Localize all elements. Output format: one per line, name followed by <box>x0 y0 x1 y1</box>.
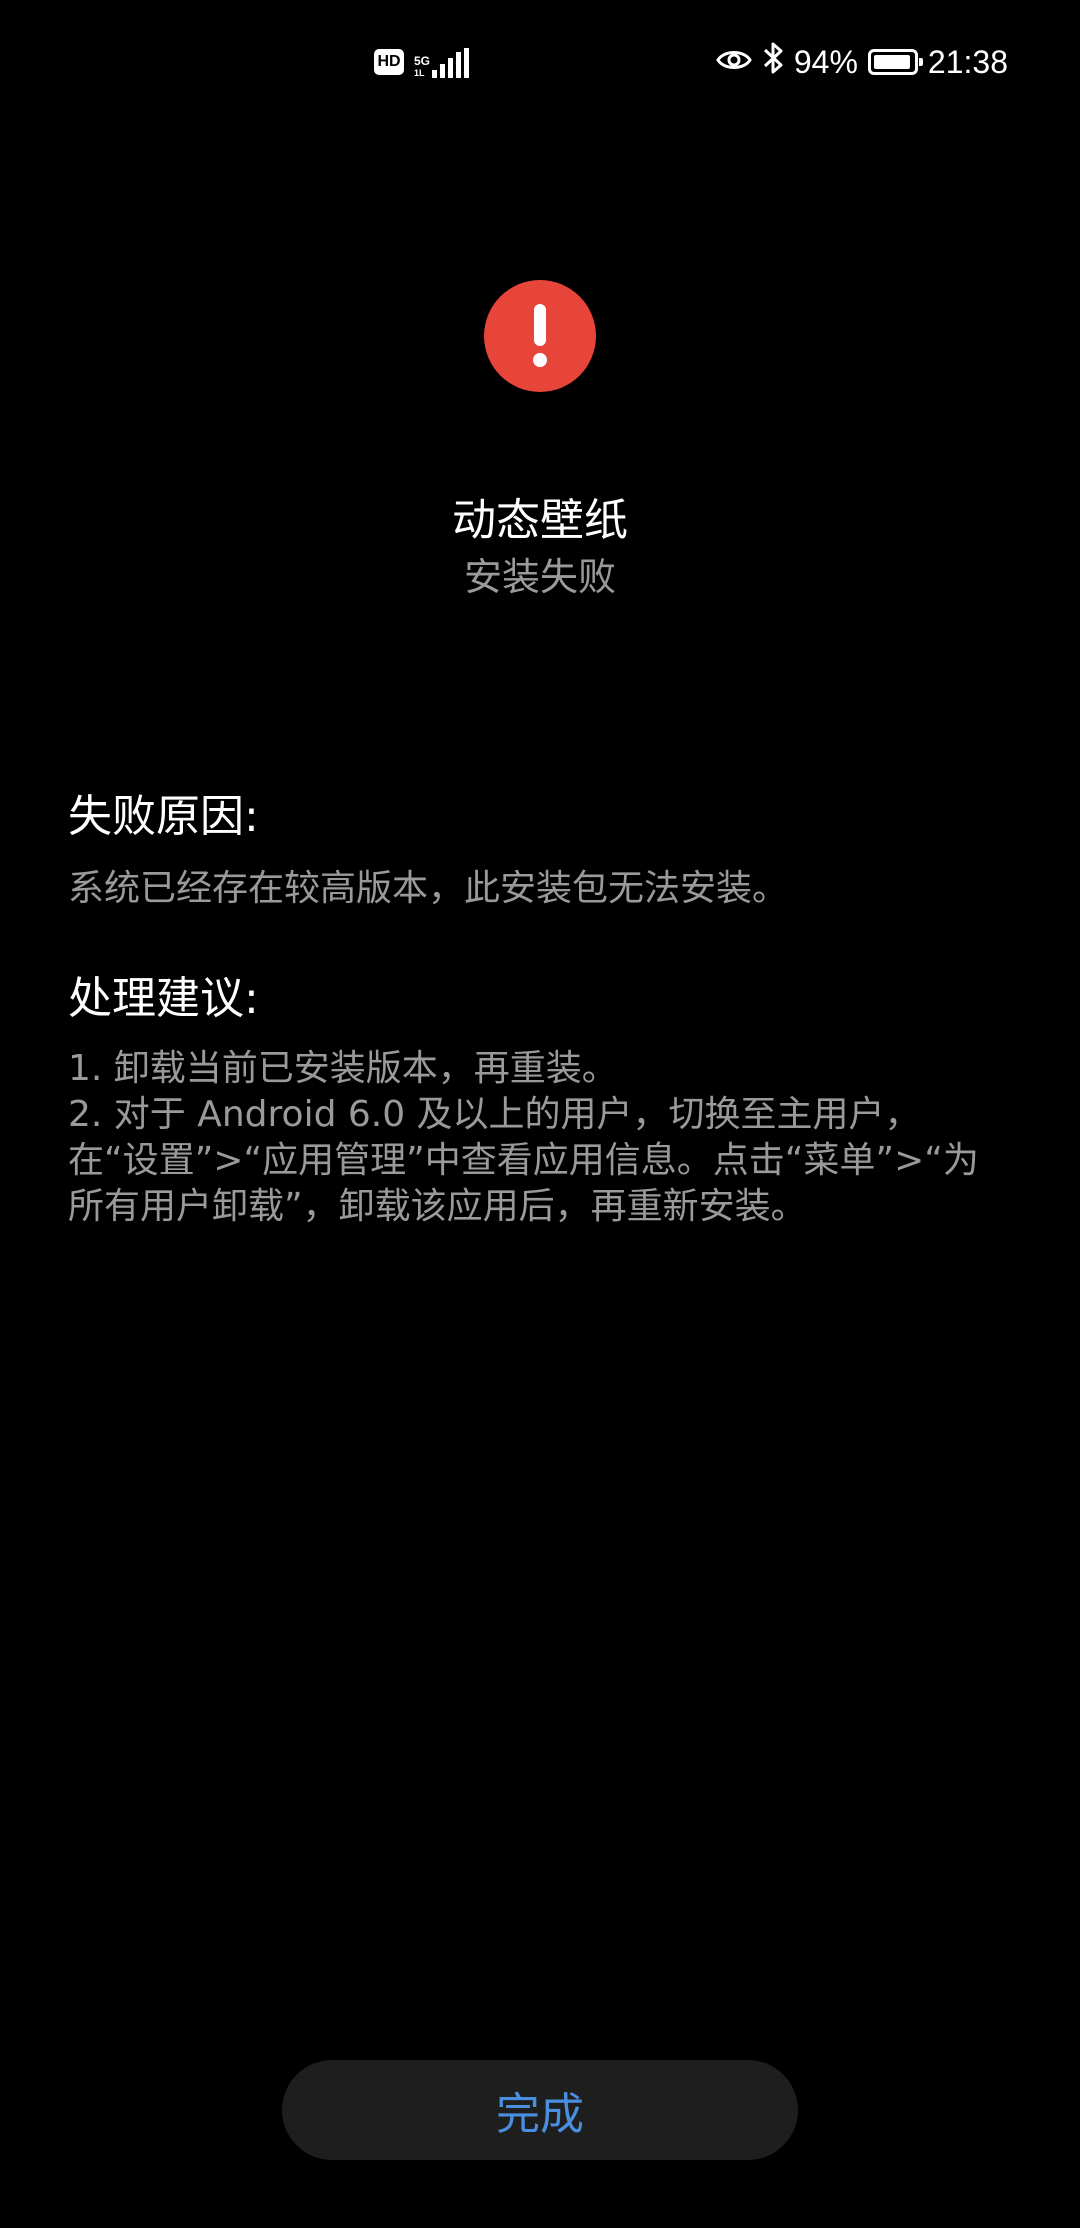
suggestions-title: 处理建议: <box>68 973 259 1024</box>
suggestion-item: 1. 卸载当前已安装版本，再重装。 <box>68 1048 618 1089</box>
hd-icon: HD <box>374 49 404 75</box>
signal-bars <box>432 48 470 78</box>
app-name: 动态壁纸 <box>452 495 628 546</box>
bluetooth-icon <box>762 41 784 83</box>
suggestion-item: 2. 对于 Android 6.0 及以上的用户，切换至主用户，在“设置”>“应… <box>68 1094 979 1227</box>
suggestions-list: 1. 卸载当前已安装版本，再重装。 2. 对于 Android 6.0 及以上的… <box>68 1046 1008 1230</box>
battery-icon <box>867 49 923 75</box>
install-status: 安装失败 <box>463 555 616 599</box>
signal-icon: 5G 1L <box>414 46 470 78</box>
failure-reason-text: 系统已经存在较高版本，此安装包无法安装。 <box>68 868 789 909</box>
battery-fill <box>873 55 910 69</box>
done-button[interactable]: 完成 <box>282 2060 798 2160</box>
network-sub-label: 1L <box>414 68 425 78</box>
network-type-label: 5G <box>414 54 431 68</box>
battery-percent: 94% <box>793 43 858 80</box>
clock: 21:38 <box>927 43 1008 80</box>
alert-icon <box>484 280 596 392</box>
status-left-group: HD 5G 1L <box>374 44 470 80</box>
failure-reason-title: 失败原因: <box>68 791 259 842</box>
status-right-group: 94% 21:38 <box>716 40 1008 84</box>
status-bar: HD 5G 1L 94% 21:38 <box>0 0 1080 124</box>
eye-icon <box>716 44 752 81</box>
